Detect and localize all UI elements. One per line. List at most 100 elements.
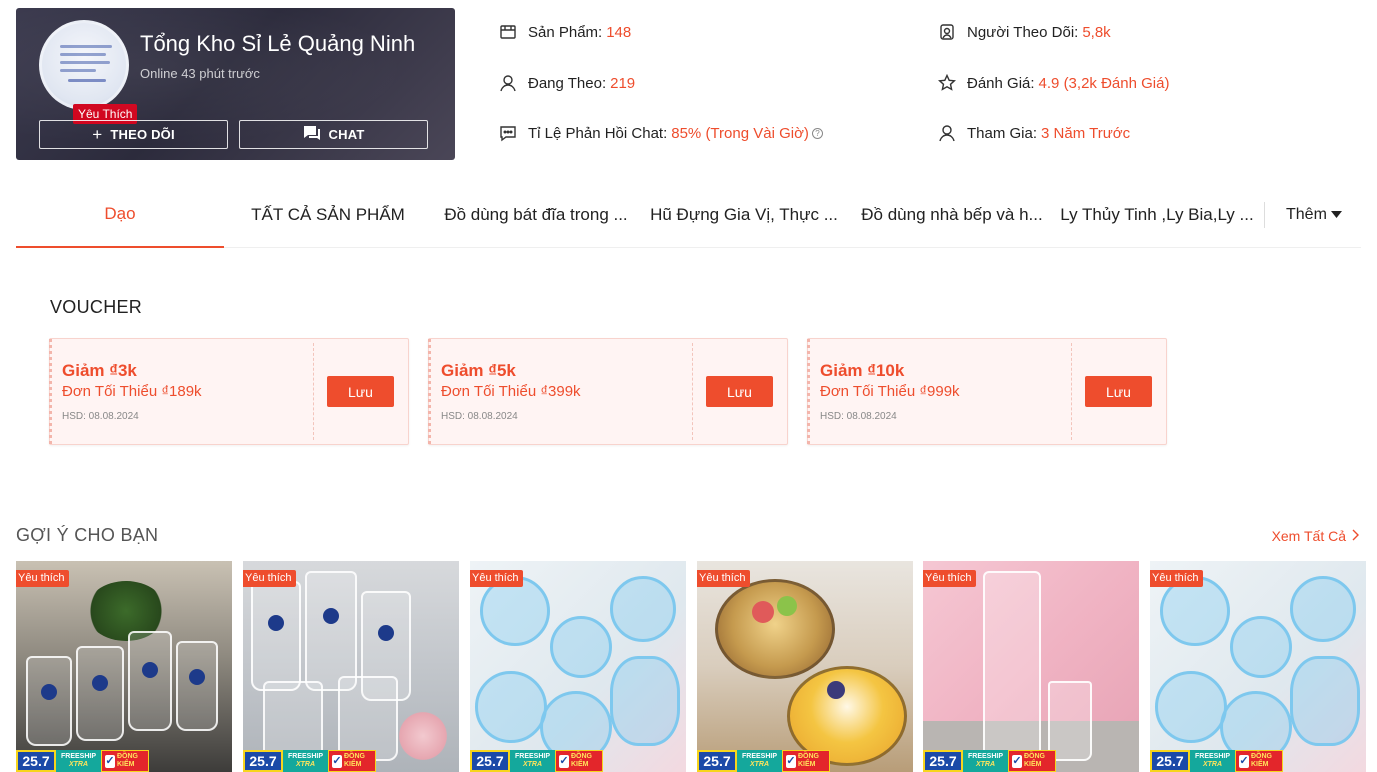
tab-more-dropdown[interactable]: Thêm [1286, 182, 1342, 248]
plus-icon: + [92, 125, 103, 144]
stat-following-label: Đang Theo: [528, 74, 607, 92]
voucher-card: Giảm ₫10k Đơn Tối Thiểu ₫999k HSD: 08.08… [807, 338, 1167, 445]
stat-chat-rate: Tỉ Lệ Phản Hồi Chat: 85% (Trong Vài Giờ)… [498, 123, 823, 143]
freeship-badge: FREESHIP XTRA [1190, 750, 1235, 772]
voucher-save-button[interactable]: Lưu [327, 376, 394, 407]
stat-products-value: 148 [606, 23, 632, 41]
voucher-min-order: Đơn Tối Thiểu ₫999k [820, 383, 960, 400]
tab-kitchenware[interactable]: Đồ dùng nhà bếp và h... [852, 182, 1052, 248]
product-image [1150, 561, 1366, 772]
voucher-amount: Giảm ₫5k [441, 361, 516, 380]
stat-products-label: Sản Phẩm: [528, 23, 603, 41]
shop-header-card: Yêu Thích Tổng Kho Sỉ Lẻ Quảng Ninh Onli… [16, 8, 455, 160]
voucher-min-order: Đơn Tối Thiểu ₫399k [441, 383, 581, 400]
preferred-badge: Yêu Thích [73, 104, 138, 124]
product-card[interactable]: Yêu thích 25.7 FREESHIP XTRA ✓ ĐỒNG KIỂM [923, 561, 1139, 772]
product-image [470, 561, 686, 772]
voucher-expiry: HSD: 08.08.2024 [820, 411, 897, 422]
preferred-badge: Yêu thích [923, 570, 977, 587]
tab-more-label: Thêm [1286, 206, 1327, 223]
user-icon [937, 123, 957, 143]
follow-button-label: THEO DÕI [110, 127, 175, 142]
promo-date: 25.7 [16, 750, 56, 772]
freeship-badge: FREESHIP XTRA [283, 750, 328, 772]
product-card[interactable]: Yêu thích 25.7 FREESHIP XTRA ✓ ĐỒNG KIỂM [1150, 561, 1366, 772]
shop-nav-tabs: Dạo TẤT CẢ SẢN PHẨM Đồ dùng bát đĩa tron… [16, 182, 1361, 248]
user-icon [498, 73, 518, 93]
stat-chat-rate-value: 85% (Trong Vài Giờ) [671, 124, 809, 142]
tab-explore[interactable]: Dạo [16, 182, 224, 248]
freeship-badge: FREESHIP XTRA [510, 750, 555, 772]
product-card[interactable]: Yêu thích 25.7 FREESHIP XTRA ✓ ĐỒNG KIỂM [16, 561, 232, 772]
stat-rating: Đánh Giá: 4.9 (3,2k Đánh Giá) [937, 73, 1169, 93]
product-image [243, 561, 459, 772]
voucher-card: Giảm ₫3k Đơn Tối Thiểu ₫189k HSD: 08.08.… [49, 338, 409, 445]
tab-all-products[interactable]: TẤT CẢ SẢN PHẨM [242, 182, 414, 248]
promo-date: 25.7 [1150, 750, 1190, 772]
inspection-badge: ✓ ĐỒNG KIỂM [555, 750, 603, 772]
star-icon [937, 73, 957, 93]
voucher-save-button[interactable]: Lưu [1085, 376, 1152, 407]
stat-following: Đang Theo: 219 [498, 73, 635, 93]
chat-button-label: CHAT [328, 127, 365, 142]
inspection-badge: ✓ ĐỒNG KIỂM [101, 750, 149, 772]
freeship-badge: FREESHIP XTRA [56, 750, 101, 772]
stat-rating-label: Đánh Giá: [967, 74, 1035, 92]
stat-products: Sản Phẩm: 148 [498, 22, 631, 42]
promo-badges: 25.7 FREESHIP XTRA ✓ ĐỒNG KIỂM [16, 750, 149, 772]
preferred-badge: Yêu thích [697, 570, 751, 587]
promo-date: 25.7 [243, 750, 283, 772]
stat-chat-rate-label: Tỉ Lệ Phản Hồi Chat: [528, 124, 668, 142]
stat-rating-value: 4.9 (3,2k Đánh Giá) [1038, 74, 1170, 92]
voucher-min-order: Đơn Tối Thiểu ₫189k [62, 383, 202, 400]
stat-joined: Tham Gia: 3 Năm Trước [937, 123, 1130, 143]
suggestions-title: GỢI Ý CHO BẠN [16, 525, 159, 545]
inspection-badge: ✓ ĐỒNG KIỂM [1235, 750, 1283, 772]
voucher-section-title: VOUCHER [50, 297, 143, 317]
shop-icon [498, 22, 518, 42]
avatar-image [39, 20, 129, 110]
tab-spice-jars[interactable]: Hũ Đựng Gia Vị, Thực ... [644, 182, 844, 248]
shop-avatar[interactable]: Yêu Thích [39, 20, 138, 124]
stat-following-value: 219 [610, 74, 636, 92]
preferred-badge: Yêu thích [1150, 570, 1204, 587]
product-card[interactable]: Yêu thích 25.7 FREESHIP XTRA ✓ ĐỒNG KIỂM [470, 561, 686, 772]
preferred-badge: Yêu thích [243, 570, 297, 587]
followers-icon [937, 22, 957, 42]
inspection-badge: ✓ ĐỒNG KIỂM [1008, 750, 1056, 772]
product-image [697, 561, 913, 772]
freeship-badge: FREESHIP XTRA [737, 750, 782, 772]
see-all-label: Xem Tất Cả [1271, 528, 1346, 544]
stat-followers: Người Theo Dõi: 5,8k [937, 22, 1111, 42]
voucher-save-button[interactable]: Lưu [706, 376, 773, 407]
follow-button[interactable]: + THEO DÕI [39, 120, 228, 149]
product-card[interactable]: Yêu thích 25.7 FREESHIP XTRA ✓ ĐỒNG KIỂM [243, 561, 459, 772]
stat-followers-label: Người Theo Dõi: [967, 23, 1079, 41]
chat-button[interactable]: CHAT [239, 120, 428, 149]
shop-name: Tổng Kho Sỉ Lẻ Quảng Ninh [140, 31, 416, 56]
chat-icon [303, 125, 321, 144]
tab-glassware[interactable]: Ly Thủy Tinh ,Ly Bia,Ly ... [1060, 182, 1254, 248]
tab-tableware[interactable]: Đồ dùng bát đĩa trong ... [436, 182, 636, 248]
voucher-expiry: HSD: 08.08.2024 [441, 411, 518, 422]
stat-joined-label: Tham Gia: [967, 124, 1038, 142]
product-image [923, 561, 1139, 772]
promo-date: 25.7 [470, 750, 510, 772]
preferred-badge: Yêu thích [16, 570, 70, 587]
see-all-link[interactable]: Xem Tất Cả [1272, 528, 1359, 544]
help-icon[interactable]: ? [811, 127, 823, 139]
product-card[interactable]: Yêu thích 25.7 FREESHIP XTRA ✓ ĐỒNG KIỂM [697, 561, 913, 772]
caret-down-icon [1330, 206, 1342, 224]
product-image [16, 561, 232, 772]
tab-divider [1264, 202, 1265, 228]
voucher-amount: Giảm ₫10k [820, 361, 905, 380]
promo-date: 25.7 [697, 750, 737, 772]
voucher-card: Giảm ₫5k Đơn Tối Thiểu ₫399k HSD: 08.08.… [428, 338, 788, 445]
promo-badges: 25.7 FREESHIP XTRA ✓ ĐỒNG KIỂM [697, 750, 830, 772]
online-status: Online 43 phút trước [140, 66, 260, 81]
promo-date: 25.7 [923, 750, 963, 772]
inspection-badge: ✓ ĐỒNG KIỂM [782, 750, 830, 772]
preferred-badge: Yêu thích [470, 570, 524, 587]
promo-badges: 25.7 FREESHIP XTRA ✓ ĐỒNG KIỂM [243, 750, 376, 772]
stat-joined-value: 3 Năm Trước [1041, 124, 1131, 142]
